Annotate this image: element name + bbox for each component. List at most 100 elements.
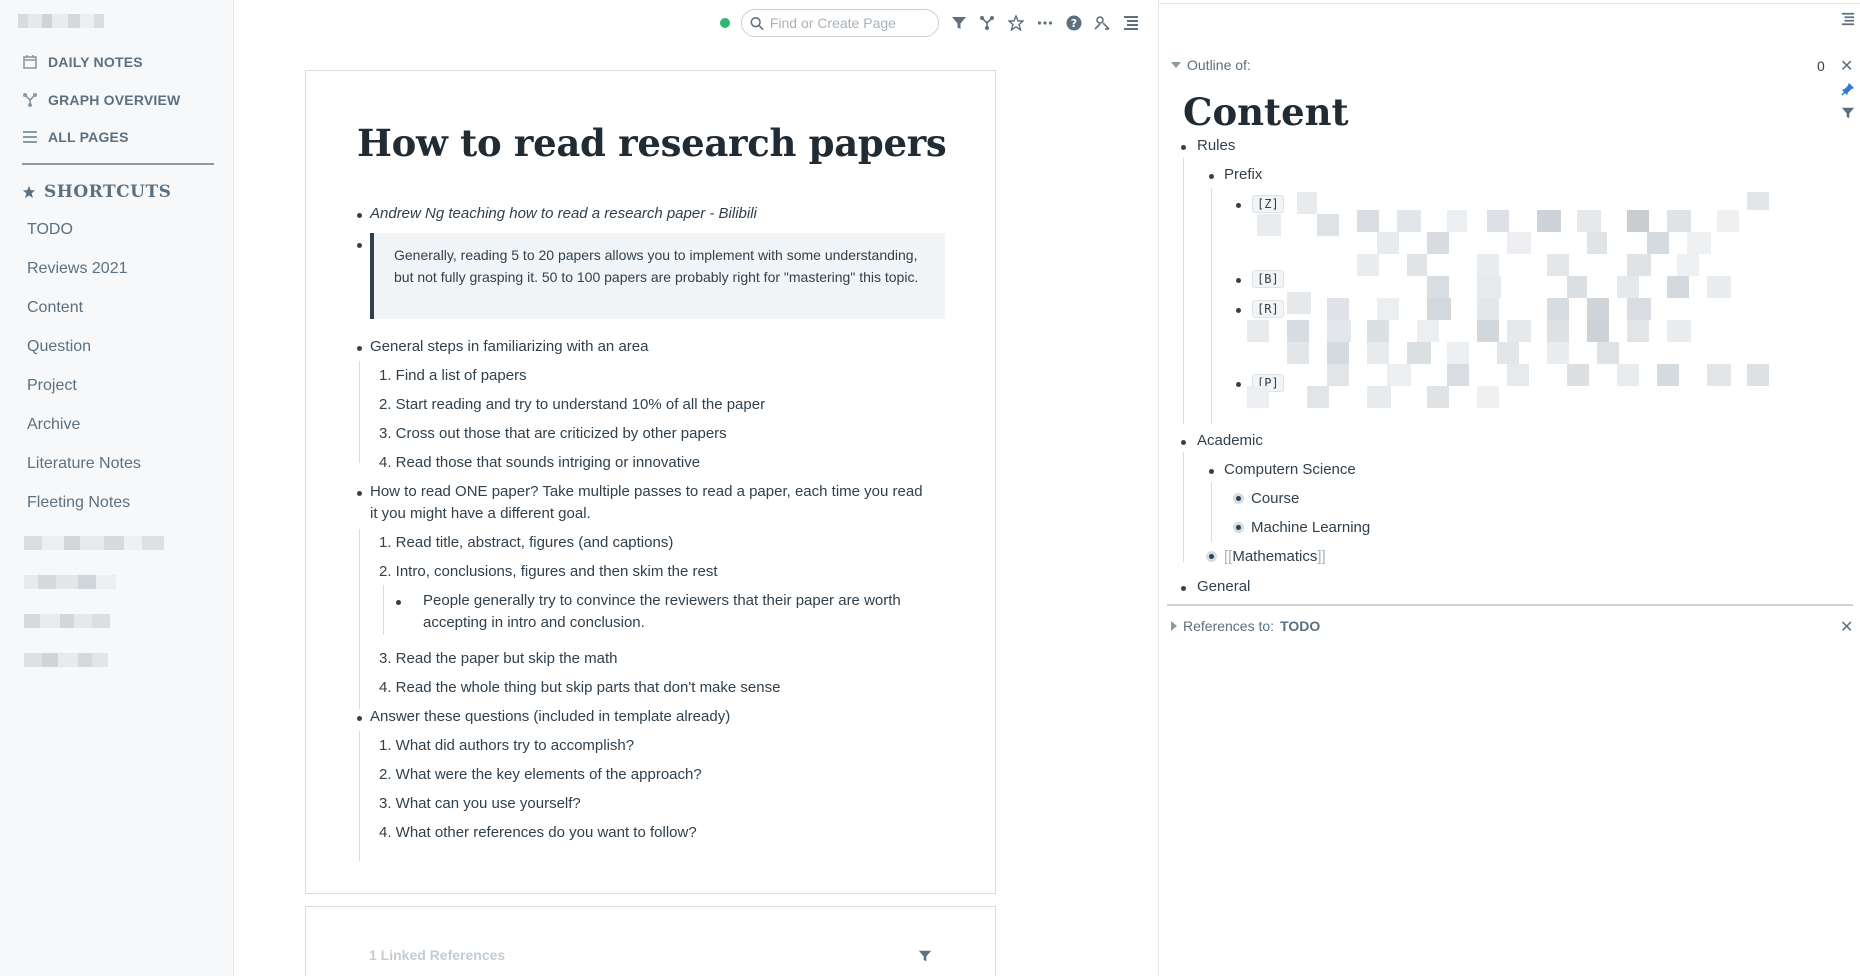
list-item[interactable]: 2. Intro, conclusions, figures and then … bbox=[379, 561, 718, 583]
shortcut-item[interactable]: Literature Notes bbox=[27, 455, 141, 473]
nav-daily-notes-label: DAILY NOTES bbox=[48, 54, 143, 70]
close-icon[interactable]: ✕ bbox=[1840, 617, 1853, 637]
settings-icon[interactable] bbox=[1094, 14, 1112, 32]
nav-graph-overview-label: GRAPH OVERVIEW bbox=[48, 92, 181, 108]
left-sidebar: DAILY NOTES GRAPH OVERVIEW ALL PAGES SHO… bbox=[0, 0, 234, 976]
workspace-name-redacted[interactable] bbox=[18, 14, 118, 28]
indent-guide bbox=[1211, 482, 1212, 542]
list-item[interactable]: 2. What were the key elements of the app… bbox=[379, 764, 702, 786]
more-icon[interactable] bbox=[1036, 14, 1054, 32]
shortcut-item-redacted[interactable] bbox=[24, 653, 108, 667]
shortcut-item[interactable]: TODO bbox=[27, 221, 73, 239]
star-icon[interactable] bbox=[1007, 14, 1025, 32]
bullet[interactable] bbox=[1181, 440, 1186, 445]
shortcut-item[interactable]: Project bbox=[27, 377, 77, 395]
bullet[interactable] bbox=[1181, 145, 1186, 150]
search-input[interactable] bbox=[769, 15, 930, 31]
outline-item[interactable]: Machine Learning bbox=[1251, 519, 1370, 536]
right-sidebar-toggle-icon[interactable] bbox=[1841, 12, 1855, 26]
list-item[interactable]: 4. What other references do you want to … bbox=[379, 822, 697, 844]
indent-guide bbox=[383, 585, 384, 635]
block-quote[interactable]: Generally, reading 5 to 20 papers allows… bbox=[370, 233, 945, 319]
shortcuts-heading: SHORTCUTS bbox=[22, 182, 171, 202]
outline-item[interactable]: Rules bbox=[1197, 137, 1235, 154]
block-link[interactable]: Andrew Ng teaching how to read a researc… bbox=[370, 203, 757, 225]
indent-guide bbox=[359, 529, 360, 709]
collapsed-bullet[interactable] bbox=[1233, 522, 1244, 533]
top-toolbar: ? bbox=[720, 8, 1140, 38]
filter-icon[interactable] bbox=[918, 949, 932, 963]
block-text[interactable]: General steps in familiarizing with an a… bbox=[370, 336, 648, 358]
shortcut-item[interactable]: Question bbox=[27, 338, 91, 356]
shortcut-item-redacted[interactable] bbox=[24, 536, 170, 550]
close-icon[interactable]: ✕ bbox=[1840, 56, 1853, 76]
bullet[interactable] bbox=[1236, 203, 1241, 208]
collapsed-bullet[interactable] bbox=[1206, 551, 1217, 562]
list-item[interactable]: 1. What did authors try to accomplish? bbox=[379, 735, 634, 757]
nav-all-pages[interactable]: ALL PAGES bbox=[22, 129, 129, 145]
list-item[interactable]: 4. Read the whole thing but skip parts t… bbox=[379, 677, 780, 699]
expand-caret-icon[interactable] bbox=[1171, 621, 1177, 631]
bullet[interactable] bbox=[1209, 174, 1214, 179]
bullet[interactable] bbox=[1209, 469, 1214, 474]
shortcut-item[interactable]: Reviews 2021 bbox=[27, 260, 128, 278]
indent-guide bbox=[1211, 188, 1212, 424]
outline-page-title[interactable]: Content bbox=[1183, 90, 1349, 134]
bullet[interactable] bbox=[357, 491, 362, 496]
bullet[interactable] bbox=[1181, 586, 1186, 591]
list-item[interactable]: 3. Read the paper but skip the math bbox=[379, 648, 617, 670]
bullet[interactable] bbox=[396, 600, 401, 605]
list-item[interactable]: 3. Cross out those that are criticized b… bbox=[379, 423, 727, 445]
shortcut-item[interactable]: Archive bbox=[27, 416, 80, 434]
outline-item[interactable]: Academic bbox=[1197, 432, 1263, 449]
bullet[interactable] bbox=[357, 213, 362, 218]
redaction-mosaic bbox=[1247, 192, 1769, 408]
references-header[interactable]: References to: TODO bbox=[1171, 618, 1320, 634]
page-link-mathematics[interactable]: [[Mathematics]] bbox=[1224, 548, 1326, 565]
filter-icon[interactable] bbox=[950, 14, 968, 32]
outline-item[interactable]: Course bbox=[1251, 490, 1299, 507]
indent-guide bbox=[359, 731, 360, 861]
collapse-caret-icon[interactable] bbox=[1171, 62, 1181, 68]
list-item[interactable]: 2. Start reading and try to understand 1… bbox=[379, 394, 765, 416]
search-box[interactable] bbox=[740, 9, 939, 37]
help-icon[interactable]: ? bbox=[1065, 14, 1083, 32]
main-page: How to read research papers Andrew Ng te… bbox=[305, 70, 996, 894]
indent-guide bbox=[359, 361, 360, 463]
right-sidebar-toggle-icon[interactable] bbox=[1122, 14, 1140, 32]
block-text[interactable]: Answer these questions (included in temp… bbox=[370, 706, 730, 728]
shortcut-item[interactable]: Content bbox=[27, 299, 83, 317]
list-item[interactable]: 1. Find a list of papers bbox=[379, 365, 527, 387]
svg-text:?: ? bbox=[1070, 17, 1076, 30]
nav-graph-overview[interactable]: GRAPH OVERVIEW bbox=[22, 92, 180, 108]
collapsed-bullet[interactable] bbox=[1233, 493, 1244, 504]
outline-header[interactable]: Outline of: bbox=[1171, 57, 1251, 73]
page-title[interactable]: How to read research papers bbox=[357, 121, 947, 165]
bullet[interactable] bbox=[1236, 382, 1241, 387]
linked-references-panel: 1 Linked References bbox=[305, 906, 996, 976]
linked-references-label[interactable]: 1 Linked References bbox=[369, 947, 505, 963]
list-icon bbox=[23, 131, 37, 143]
block-text[interactable]: it you might have a different goal. bbox=[370, 503, 591, 525]
outline-item[interactable]: General bbox=[1197, 578, 1250, 595]
outline-item[interactable]: Prefix bbox=[1224, 166, 1262, 183]
bullet[interactable] bbox=[1236, 278, 1241, 283]
pin-icon[interactable] bbox=[1841, 82, 1855, 96]
nav-daily-notes[interactable]: DAILY NOTES bbox=[22, 54, 143, 70]
graph-icon[interactable] bbox=[979, 14, 997, 32]
bullet[interactable] bbox=[357, 243, 362, 248]
filter-icon[interactable] bbox=[1841, 106, 1855, 120]
list-item[interactable]: 4. Read those that sounds intriging or i… bbox=[379, 452, 700, 474]
bullet[interactable] bbox=[357, 716, 362, 721]
block-text[interactable]: How to read ONE paper? Take multiple pas… bbox=[370, 481, 923, 503]
bullet[interactable] bbox=[1236, 308, 1241, 313]
block-text[interactable]: accepting in intro and conclusion. bbox=[423, 612, 645, 634]
outline-item[interactable]: Computern Science bbox=[1224, 461, 1356, 478]
block-text[interactable]: People generally try to convince the rev… bbox=[423, 590, 901, 612]
list-item[interactable]: 3. What can you use yourself? bbox=[379, 793, 581, 815]
shortcut-item[interactable]: Fleeting Notes bbox=[27, 494, 130, 512]
shortcut-item-redacted[interactable] bbox=[24, 575, 116, 589]
list-item[interactable]: 1. Read title, abstract, figures (and ca… bbox=[379, 532, 673, 554]
shortcut-item-redacted[interactable] bbox=[24, 614, 110, 628]
bullet[interactable] bbox=[357, 346, 362, 351]
